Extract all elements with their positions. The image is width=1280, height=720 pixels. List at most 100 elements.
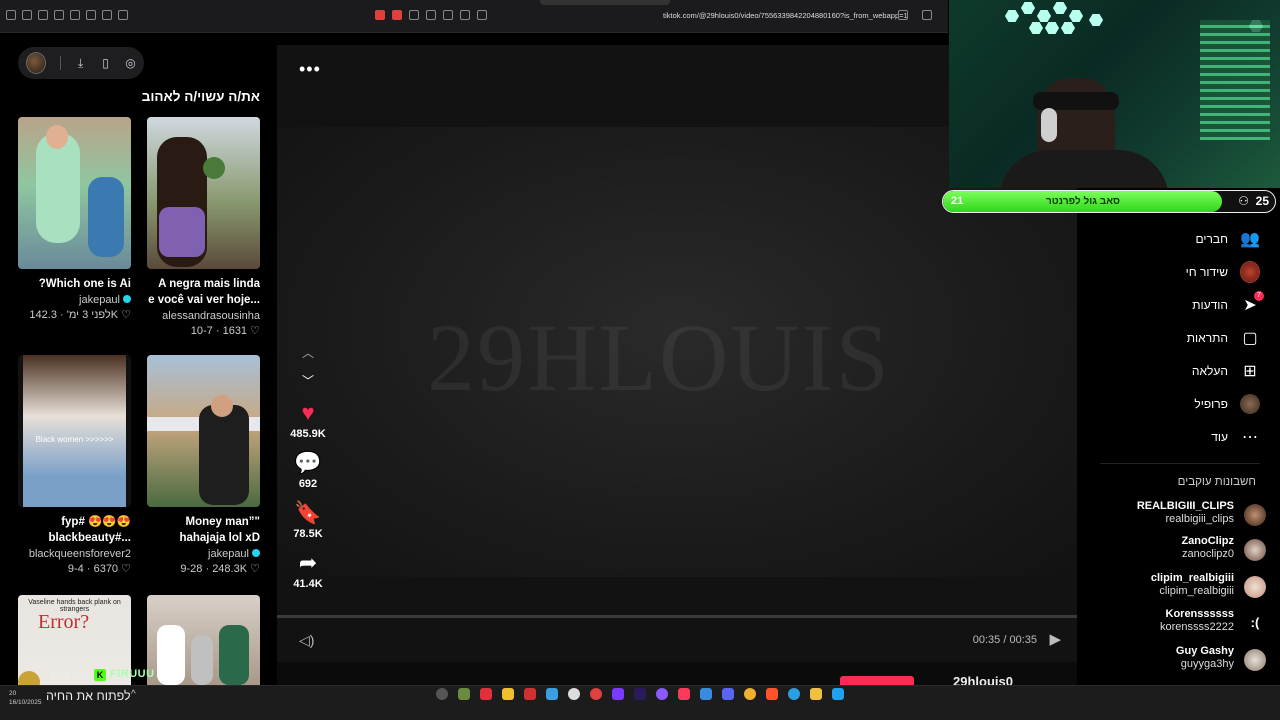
video-card[interactable]: ?Which one is Ai jakepaul לפני 3 ימ' · 1… [18,117,131,321]
chevron-up-icon[interactable]: ^ [131,689,136,700]
avatar[interactable] [26,52,47,74]
video-thumbnail[interactable]: Black women >>>>>> [18,355,131,507]
following-account[interactable]: ZanoClipz zanoclipz0 [1080,533,1270,569]
comment-button[interactable]: 💬 692 [284,450,332,490]
phone-icon[interactable]: ▯ [100,56,111,70]
app-icon[interactable] [810,688,822,700]
card-likes: 1631 [222,325,248,337]
video-card[interactable]: A negra mais linda e você vai ver hoje...… [147,117,260,337]
taskbar-apps [436,688,844,700]
app-icon[interactable] [458,688,470,700]
nav-label: פרופיל [1194,397,1228,411]
video-thumbnail[interactable] [147,595,260,685]
app-icon[interactable] [788,688,800,700]
nav-live[interactable]: שידור חי [1186,260,1260,284]
compass-icon[interactable]: ◎ [125,56,136,70]
card-author[interactable]: jakepaul [147,548,260,560]
video-card[interactable]: Money man”" hahajaja lol xD jakepaul 9-28… [147,355,260,575]
search-icon[interactable] [426,10,436,20]
app-icon[interactable] [700,688,712,700]
card-author[interactable]: blackqueensforever2 [18,548,131,560]
following-account[interactable]: REALBIGIII_CLIPS realbigiii_clips [1080,498,1270,534]
gift-icon[interactable] [38,10,48,20]
extensions-icon[interactable] [118,10,128,20]
follow-button[interactable] [840,676,914,685]
sad-face-icon: :( [1244,612,1266,634]
card-author[interactable]: alessandrasousinha [147,310,260,322]
app-icon[interactable] [436,688,448,700]
nav-friends[interactable]: 👥 חברים [1195,227,1260,251]
screenshot-icon[interactable] [102,10,112,20]
brave-icon[interactable] [392,10,402,20]
following-account[interactable]: Guy Gashy guyyga3hy [1080,643,1270,679]
app-icon[interactable] [634,688,646,700]
music-icon[interactable] [86,10,96,20]
account-handle: realbigiii_clips [1165,513,1234,525]
app-icon[interactable] [744,688,756,700]
bookmark-icon[interactable] [922,10,932,20]
app-icon[interactable] [546,688,558,700]
browser-right-icons [898,10,932,20]
address-bar-url[interactable]: tiktok.com/@29hlouis0/video/755633984220… [663,11,908,20]
nav-messages[interactable]: ➤ 7 הודעות [1192,291,1264,317]
nav-more[interactable]: ⋯ עוד [1211,425,1260,449]
video-author[interactable]: 29hlouis0 [953,674,1013,685]
nav-profile[interactable]: פרופיל [1194,392,1260,416]
play-icon[interactable]: ▶ [1049,630,1061,648]
playback-time: 00:35 / 00:35 [972,634,1037,646]
following-account[interactable]: clipim_realbigiii clipim_realbigiii [1080,570,1270,606]
window-icon[interactable] [54,10,64,20]
sidebar-icon[interactable] [70,10,80,20]
clock-time: 8:52 PM [50,672,88,683]
video-thumbnail[interactable] [18,117,131,269]
share-button[interactable]: ➦ 41.4K [284,550,332,590]
app-icon[interactable] [832,688,844,700]
chevron-up-icon[interactable]: ︿ [284,344,332,361]
nav-upload[interactable]: ⊞ העלאה [1192,359,1260,383]
app-icon[interactable] [612,688,624,700]
window-blinds [1200,20,1270,140]
card-author[interactable]: jakepaul [18,294,131,306]
volume-icon[interactable]: ◁) [299,632,314,649]
app-icon[interactable] [568,688,580,700]
more-options-icon[interactable]: ••• [299,59,321,80]
tab-strip[interactable] [540,0,670,5]
video-thumbnail[interactable] [147,355,260,507]
app-icon[interactable] [480,688,492,700]
address-bar-icons [375,10,487,20]
card-meta: 10-7 · 1631 ♡ [190,325,260,337]
video-card[interactable]: Black women >>>>>> fyp# 😍😍😍 blackbeauty#.… [18,355,131,575]
card-caption: Money man”" hahajaja lol xD [147,514,260,546]
hex-light [1089,14,1103,26]
app-icon[interactable] [722,688,734,700]
video-watermark: 29HLOUIS [427,304,891,411]
thumbnail-text: Black women >>>>>> [35,435,114,444]
shield-icon[interactable] [375,10,385,20]
app-icon[interactable] [766,688,778,700]
taskbar-text[interactable]: לפתוח את החיה [46,689,131,703]
translate-icon[interactable] [898,10,908,20]
back-icon[interactable] [409,10,419,20]
menu-icon[interactable] [6,10,16,20]
app-icon[interactable] [524,688,536,700]
app-icon[interactable] [678,688,690,700]
video-card[interactable] [147,595,260,685]
sound-icon[interactable] [477,10,487,20]
streamer-body [999,150,1169,188]
chevron-down-icon[interactable]: ﹀ [284,372,332,389]
following-account[interactable]: :( Korenssssss korenssss2222 [1080,606,1270,642]
cast-icon[interactable] [460,10,470,20]
location-icon[interactable] [22,10,32,20]
card-meta: לפני 3 ימ' · 142.3K ♡ [29,309,131,321]
video-thumbnail[interactable] [147,117,260,269]
nav-notifications[interactable]: ▢ התראות [1187,326,1260,350]
download-icon[interactable]: ⤓ [75,56,86,71]
app-icon[interactable] [656,688,668,700]
save-button[interactable]: 🔖 78.5K [284,500,332,540]
edit-icon[interactable] [443,10,453,20]
app-icon[interactable] [502,688,514,700]
browser-left-icons [6,10,128,20]
like-button[interactable]: ♥ 485.9K [284,400,332,440]
upload-icon: ⊞ [1243,363,1257,380]
app-icon[interactable] [590,688,602,700]
